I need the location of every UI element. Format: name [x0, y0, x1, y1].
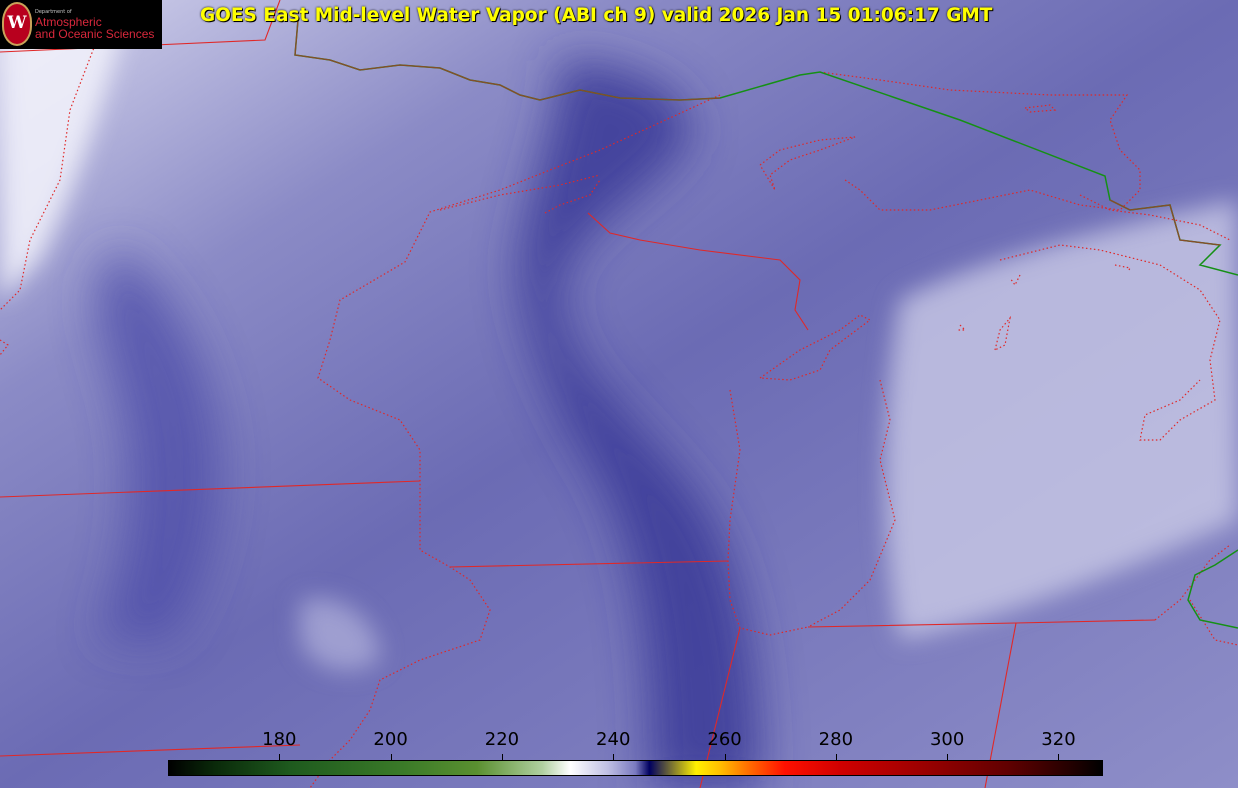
colorbar-tick-mark: [724, 754, 726, 760]
colorbar-tick-label: 260: [707, 729, 742, 750]
temperature-colorbar: [168, 760, 1103, 776]
colorbar-tick-label: 200: [373, 729, 408, 750]
colorbar-tick-label: 220: [484, 729, 520, 750]
colorbar-tick-label: 320: [1041, 729, 1076, 750]
colorbar-tick-mark: [835, 754, 837, 760]
colorbar-tick-mark: [501, 754, 503, 760]
water-vapor-map: [0, 0, 1238, 788]
colorbar-tick-mark: [390, 754, 392, 760]
colorbar-tick-label: 180: [262, 729, 297, 750]
colorbar-tick-mark: [947, 754, 949, 760]
colorbar-tick-label: 240: [596, 729, 631, 750]
colorbar-tick-mark: [613, 754, 615, 760]
uw-seal-icon: W: [2, 2, 32, 46]
map-title: GOES East Mid-level Water Vapor (ABI ch …: [200, 5, 993, 26]
uw-aos-logo: W Department of Atmospheric and Oceanic …: [0, 0, 162, 49]
colorbar-tick-label: 280: [818, 729, 854, 750]
colorbar-tick-label: 300: [929, 729, 965, 750]
logo-line-2: and Oceanic Sciences: [35, 27, 155, 41]
colorbar-tick-mark: [279, 754, 281, 760]
colorbar-tick-mark: [1058, 754, 1060, 760]
